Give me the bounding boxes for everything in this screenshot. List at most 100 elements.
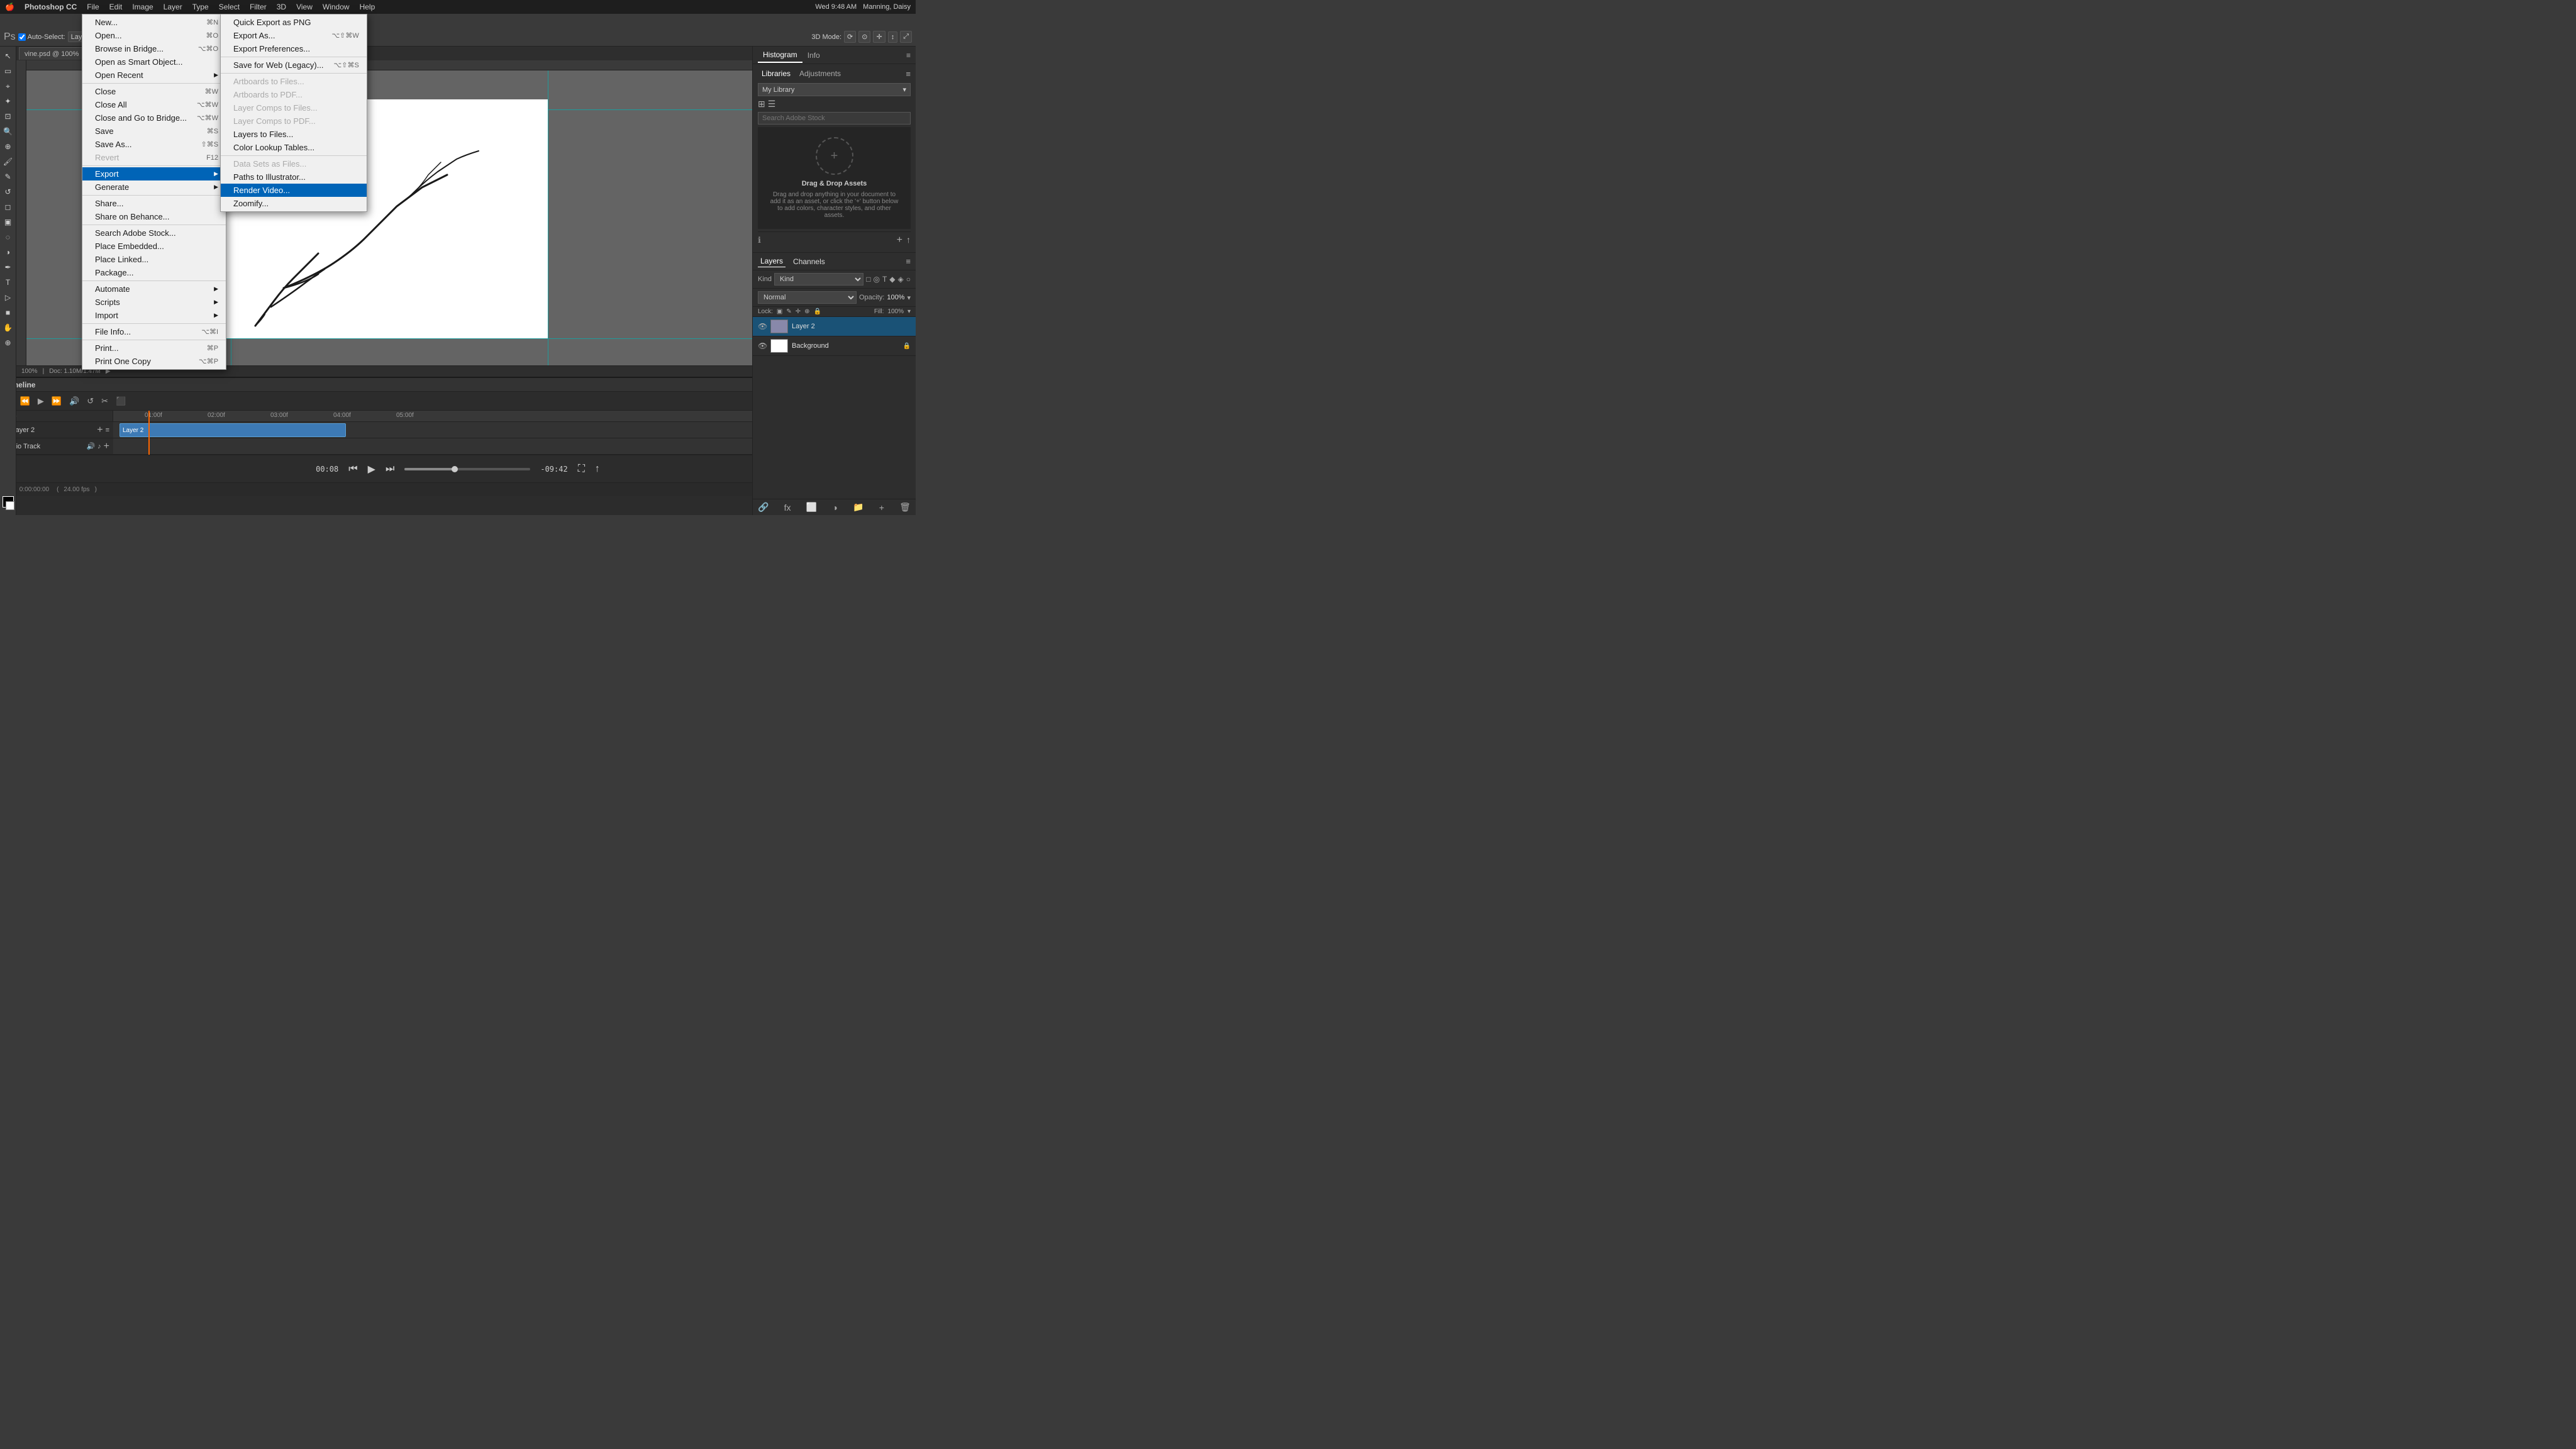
audio-volume-icon[interactable]: 🔊 — [86, 442, 95, 450]
export-layers-files[interactable]: Layers to Files... — [221, 128, 367, 141]
layer-item-layer2[interactable]: 👁 Layer 2 — [753, 317, 916, 336]
add-adjustment-button[interactable]: ◑ — [832, 502, 837, 513]
kind-filter-select[interactable]: Kind — [774, 273, 863, 286]
menu-import[interactable]: Import — [82, 309, 226, 322]
lock-image-icon[interactable]: ✎ — [786, 308, 791, 315]
progress-bar[interactable] — [404, 468, 530, 470]
export-quick-png[interactable]: Quick Export as PNG — [221, 16, 367, 29]
tab-libraries[interactable]: Libraries — [758, 68, 794, 79]
rectangle-select-tool[interactable]: ▭ — [1, 64, 15, 78]
tab-info[interactable]: Info — [802, 48, 825, 62]
export-artboards-files[interactable]: Artboards to Files... — [221, 75, 367, 88]
libraries-panel-menu[interactable]: ≡ — [906, 69, 911, 79]
layers-panel-menu[interactable]: ≡ — [906, 257, 911, 266]
menu-share-behance[interactable]: Share on Behance... — [82, 210, 226, 223]
menu-close[interactable]: Close ⌘W — [82, 85, 226, 98]
healing-brush-tool[interactable]: ⊕ — [1, 140, 15, 153]
eraser-tool[interactable]: ◻ — [1, 200, 15, 214]
playback-export[interactable]: ↑ — [595, 464, 600, 475]
layer-eye-layer2[interactable]: 👁 — [758, 322, 767, 331]
menu-image[interactable]: Image — [132, 3, 153, 11]
export-paths-illustrator[interactable]: Paths to Illustrator... — [221, 170, 367, 184]
menu-view[interactable]: View — [296, 3, 313, 11]
add-asset-button[interactable]: + — [897, 235, 902, 246]
menu-save[interactable]: Save ⌘S — [82, 125, 226, 138]
autofill-checkbox[interactable]: Auto-Select: — [18, 33, 65, 41]
timeline-prev-frame[interactable]: ⏪ — [18, 395, 33, 408]
menu-type[interactable]: Type — [192, 3, 209, 11]
export-as[interactable]: Export As... ⌥⇧⌘W — [221, 29, 367, 42]
add-mask-button[interactable]: ⬜ — [806, 502, 817, 513]
3d-btn-roll[interactable]: ⊙ — [858, 31, 870, 43]
filter-icon-smart[interactable]: ◈ — [898, 275, 904, 284]
filter-toggle[interactable]: ○ — [906, 275, 911, 284]
tab-adjustments[interactable]: Adjustments — [796, 68, 845, 79]
filter-icon-pixel[interactable]: □ — [866, 275, 870, 284]
delete-layer-button[interactable]: 🗑 — [899, 502, 911, 513]
export-layer-comps-pdf[interactable]: Layer Comps to PDF... — [221, 114, 367, 128]
hand-tool[interactable]: ✋ — [1, 321, 15, 335]
apple-icon[interactable]: 🍎 — [5, 3, 14, 11]
move-tool[interactable]: ↖ — [1, 49, 15, 63]
menu-place-embedded[interactable]: Place Embedded... — [82, 240, 226, 253]
menu-new[interactable]: New... ⌘N — [82, 16, 226, 29]
pen-tool[interactable]: ✒ — [1, 260, 15, 274]
export-color-lookup[interactable]: Color Lookup Tables... — [221, 141, 367, 154]
menu-close-all[interactable]: Close All ⌥⌘W — [82, 98, 226, 111]
audio-add-icon[interactable]: + — [104, 441, 109, 452]
library-search-input[interactable] — [758, 112, 911, 125]
blend-mode-select[interactable]: Normal — [758, 291, 857, 304]
3d-btn-pan[interactable]: ✛ — [873, 31, 885, 43]
add-group-button[interactable]: 📁 — [853, 502, 863, 513]
track-options-icon[interactable]: ≡ — [106, 426, 109, 434]
menu-open[interactable]: Open... ⌘O — [82, 29, 226, 42]
timeline-fwd-frame[interactable]: ⏩ — [49, 395, 64, 408]
export-layer-comps-files[interactable]: Layer Comps to Files... — [221, 101, 367, 114]
add-link-button[interactable]: 🔗 — [758, 502, 769, 513]
gradient-tool[interactable]: ▣ — [1, 215, 15, 229]
filter-icon-type[interactable]: T — [882, 275, 887, 284]
shape-tool[interactable]: ■ — [1, 306, 15, 319]
playback-fullscreen[interactable]: ⛶ — [578, 464, 585, 475]
dodge-tool[interactable]: ◑ — [1, 245, 15, 259]
blur-tool[interactable]: ◌ — [1, 230, 15, 244]
lock-all-icon[interactable]: 🔒 — [814, 308, 821, 315]
filter-icon-adjust[interactable]: ◎ — [873, 275, 879, 284]
menu-place-linked[interactable]: Place Linked... — [82, 253, 226, 266]
layer-eye-background[interactable]: 👁 — [758, 341, 767, 350]
lock-artboard-icon[interactable]: ⊕ — [804, 308, 809, 315]
tab-histogram[interactable]: Histogram — [758, 48, 802, 63]
export-zoomify[interactable]: Zoomify... — [221, 197, 367, 210]
menu-search-stock[interactable]: Search Adobe Stock... — [82, 226, 226, 240]
menu-file[interactable]: File — [87, 3, 99, 11]
menu-edit[interactable]: Edit — [109, 3, 123, 11]
timeline-audio[interactable]: 🔊 — [67, 395, 82, 408]
menu-generate[interactable]: Generate — [82, 180, 226, 194]
library-dropdown[interactable]: My Library ▾ — [758, 83, 911, 96]
playback-fastforward[interactable]: ⏭ — [386, 464, 394, 475]
brush-tool[interactable]: 🖌 — [1, 155, 15, 169]
info-icon[interactable]: ℹ — [758, 235, 761, 245]
menu-browse-bridge[interactable]: Browse in Bridge... ⌥⌘O — [82, 42, 226, 55]
panel-menu-icon[interactable]: ≡ — [906, 51, 911, 60]
export-data-sets[interactable]: Data Sets as Files... — [221, 157, 367, 170]
export-render-video[interactable]: Render Video... — [221, 184, 367, 197]
tab-channels[interactable]: Channels — [791, 256, 828, 267]
menu-close-bridge[interactable]: Close and Go to Bridge... ⌥⌘W — [82, 111, 226, 125]
export-artboards-pdf[interactable]: Artboards to PDF... — [221, 88, 367, 101]
type-tool[interactable]: T — [1, 275, 15, 289]
lock-position-icon[interactable]: ✛ — [796, 308, 801, 315]
audio-music-icon[interactable]: ♪ — [97, 443, 101, 450]
playback-play[interactable]: ▶ — [368, 463, 375, 475]
menu-share[interactable]: Share... — [82, 197, 226, 210]
menu-save-as[interactable]: Save As... ⇧⌘S — [82, 138, 226, 151]
filter-icon-shape[interactable]: ◆ — [889, 275, 895, 284]
history-brush-tool[interactable]: ↺ — [1, 185, 15, 199]
export-prefs[interactable]: Export Preferences... — [221, 42, 367, 55]
menu-select[interactable]: Select — [219, 3, 240, 11]
timeline-cut[interactable]: ✂ — [99, 395, 111, 408]
menu-open-smart[interactable]: Open as Smart Object... — [82, 55, 226, 69]
menu-window[interactable]: Window — [323, 3, 350, 11]
menu-export[interactable]: Export — [82, 167, 226, 180]
lib-list-icon[interactable]: ☰ — [768, 99, 776, 109]
